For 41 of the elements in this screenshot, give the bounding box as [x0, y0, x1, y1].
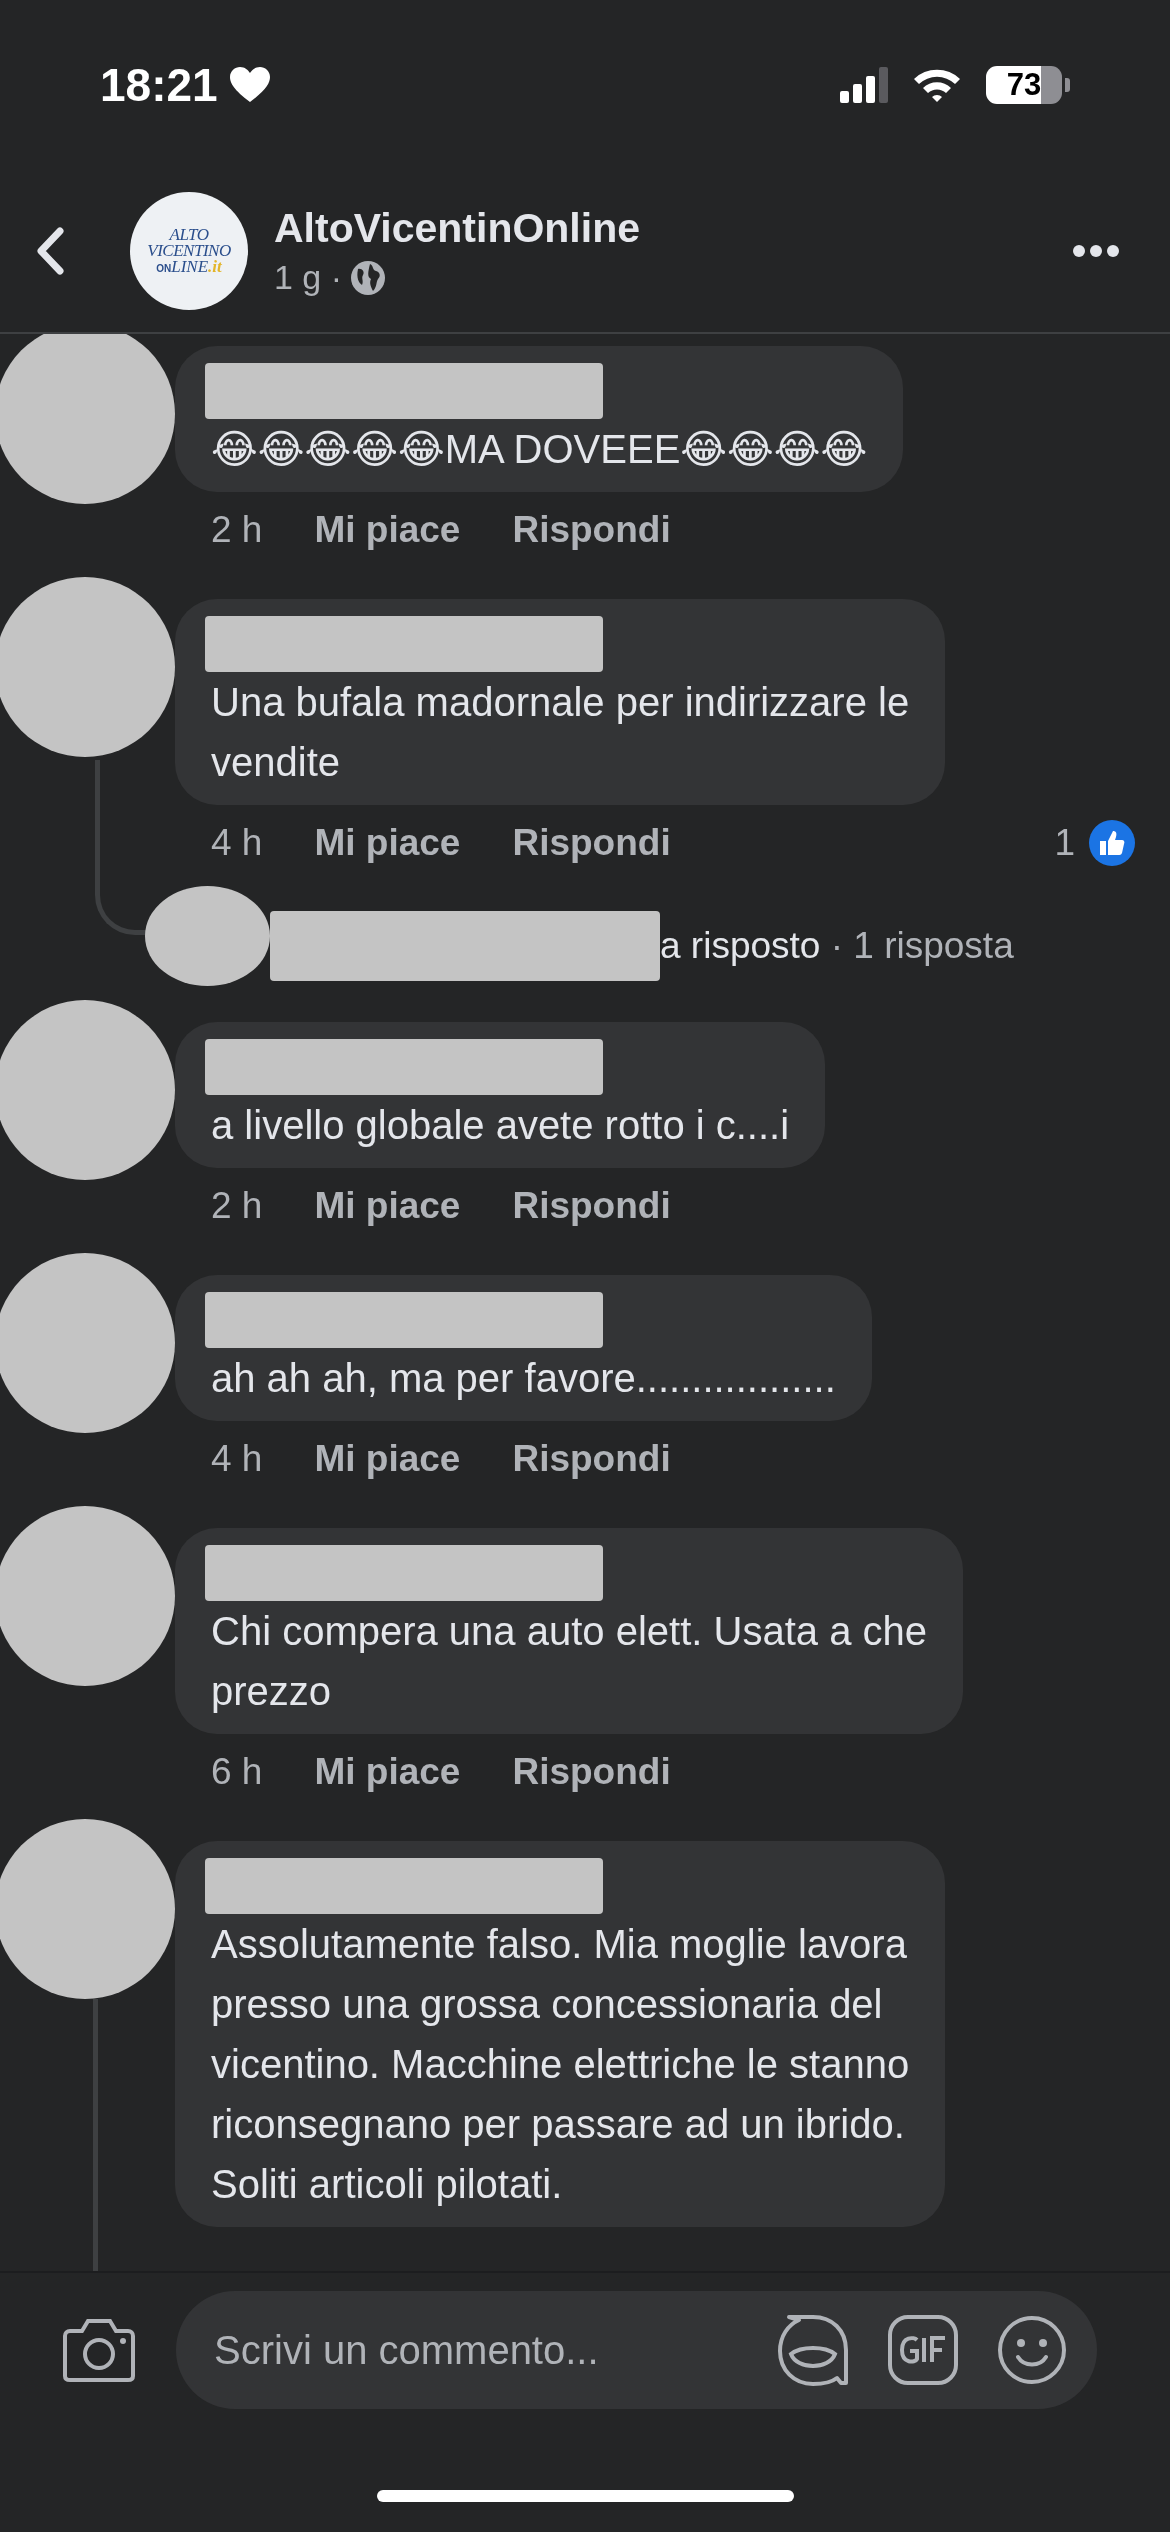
- wifi-icon: [912, 67, 962, 103]
- clock-time: 18:21: [100, 58, 218, 112]
- signal-icon: [840, 67, 890, 103]
- replies-link[interactable]: a risposto · 1 risposta: [660, 925, 1014, 967]
- page-logo[interactable]: ALTO VICENTINO ONLINE.it: [130, 192, 248, 310]
- like-button[interactable]: Mi piace: [314, 509, 461, 551]
- comment-time: 2 h: [211, 509, 263, 551]
- comment-text: 😂😂😂😂😂MA DOVEEE😂😂😂😂: [211, 426, 868, 473]
- emoji-button[interactable]: [997, 2315, 1067, 2385]
- comment-text: ah ah ah, ma per favore..................: [211, 1355, 836, 1402]
- reply-button[interactable]: Rispondi: [512, 1438, 671, 1480]
- reply-button[interactable]: Rispondi: [512, 822, 671, 864]
- reaction-count: 1: [1054, 822, 1075, 864]
- more-button[interactable]: [1072, 244, 1120, 258]
- comment-text: a livello globale avete rotto i c....i: [211, 1102, 790, 1149]
- like-button[interactable]: Mi piace: [314, 822, 461, 864]
- comment-time: 4 h: [211, 1438, 263, 1480]
- back-button[interactable]: [35, 226, 65, 276]
- comment-text: Chi compera una auto elett. Usata a che prezzo: [211, 1608, 927, 1715]
- like-button[interactable]: Mi piace: [314, 1751, 461, 1793]
- heart-icon: [229, 67, 270, 103]
- comment-text: Una bufala madornale per indirizzare le vendite: [211, 679, 910, 786]
- comment-text: Assolutamente falso. Mia moglie lavora presso una grossa concessionaria del vicentino. Macchine elettriche le stanno riconsegnano per passare ad un ibrido. Soliti articoli pilotati.: [211, 1921, 910, 2208]
- reply-button[interactable]: Rispondi: [512, 1751, 671, 1793]
- comment-time: 4 h: [211, 822, 263, 864]
- like-button[interactable]: Mi piace: [314, 1438, 461, 1480]
- post-age: 1 g ·: [274, 258, 343, 297]
- camera-button[interactable]: [62, 2317, 136, 2383]
- sticker-button[interactable]: [777, 2314, 849, 2386]
- comment-time: 2 h: [211, 1185, 263, 1227]
- reply-button[interactable]: Rispondi: [512, 509, 671, 551]
- page-title[interactable]: AltoVicentinOnline: [274, 205, 1072, 252]
- like-button[interactable]: Mi piace: [314, 1185, 461, 1227]
- comment-input[interactable]: Scrivi un commento...: [212, 2326, 739, 2374]
- reply-button[interactable]: Rispondi: [512, 1185, 671, 1227]
- comment-field[interactable]: Scrivi un commento...: [176, 2291, 1097, 2409]
- avatar[interactable]: [0, 334, 175, 504]
- globe-icon: [350, 259, 387, 296]
- comment-time: 6 h: [211, 1751, 263, 1793]
- gif-button[interactable]: [887, 2314, 959, 2386]
- like-reaction-icon: [1089, 820, 1135, 866]
